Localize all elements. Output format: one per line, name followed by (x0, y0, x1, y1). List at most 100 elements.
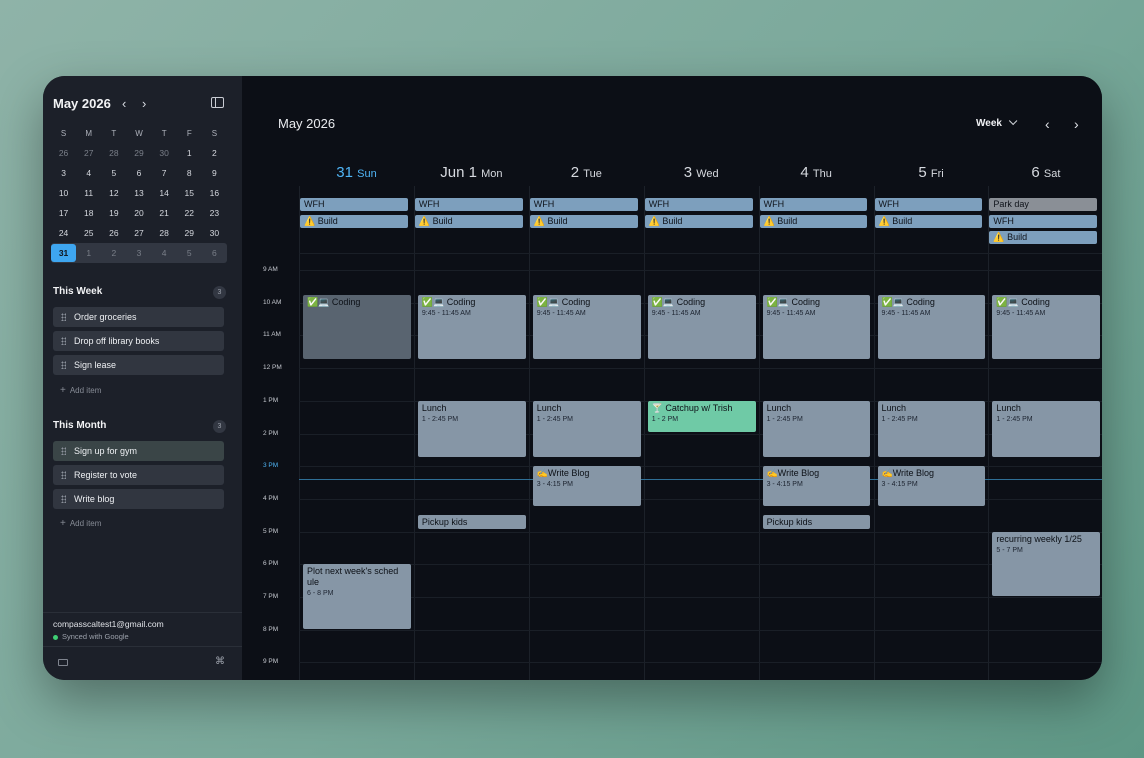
calendar-event[interactable]: ✅💻 Coding 9:45 - 11:45 AM (647, 294, 756, 359)
mini-calendar-day[interactable]: 9 (202, 168, 227, 178)
mini-calendar-day[interactable]: 28 (152, 228, 177, 238)
task-item[interactable]: Order groceries (53, 307, 224, 327)
drag-handle-icon[interactable] (61, 495, 66, 503)
mini-calendar-day[interactable]: 31 (51, 244, 77, 262)
view-selector[interactable]: Week (976, 116, 1018, 129)
mini-calendar-day[interactable]: 15 (177, 188, 202, 198)
calendar-event[interactable]: ✅💻 Coding 9:45 - 11:45 AM (992, 294, 1101, 359)
calendar-event[interactable]: Lunch 1 - 2:45 PM (532, 400, 641, 458)
day-header[interactable]: Jun 1 Mon (414, 164, 529, 182)
day-header[interactable]: 3 Wed (644, 164, 759, 182)
day-header[interactable]: 31 Sun (299, 164, 414, 182)
drag-handle-icon[interactable] (61, 337, 66, 345)
allday-event[interactable]: WFH (989, 214, 1098, 228)
mini-calendar-week-row[interactable]: 3456789 (51, 163, 227, 183)
mini-calendar-day[interactable]: 11 (76, 188, 101, 198)
mini-calendar-week-row[interactable]: 26 27 28 29 30 1 2 (51, 143, 227, 163)
mini-calendar-day[interactable]: 2 (202, 148, 227, 158)
mini-calendar-day[interactable]: 10 (51, 188, 76, 198)
drag-handle-icon[interactable] (61, 471, 66, 479)
allday-event[interactable]: ⚠️ Build (644, 214, 753, 228)
day-header[interactable]: 4 Thu (759, 164, 874, 182)
mini-calendar-day[interactable]: 25 (76, 228, 101, 238)
calendar-event[interactable]: ✅💻 Coding 9:45 - 11:45 AM (417, 294, 526, 359)
mini-calendar-day[interactable]: 17 (51, 208, 76, 218)
next-week-button[interactable]: › (1074, 116, 1079, 132)
calendar-event[interactable]: Lunch 1 - 2:45 PM (762, 400, 871, 458)
mini-calendar-day[interactable]: 28 (101, 148, 126, 158)
prev-week-button[interactable]: ‹ (1045, 116, 1050, 132)
calendar-event[interactable]: Pickup kids (762, 515, 871, 529)
mini-calendar-day[interactable]: 12 (101, 188, 126, 198)
mini-calendar-next-button[interactable]: › (142, 96, 146, 111)
mini-calendar-day[interactable]: 30 (152, 148, 177, 158)
mini-calendar-day[interactable]: 6 (126, 168, 151, 178)
allday-event[interactable]: WFH (644, 198, 753, 211)
calendar-event[interactable]: Lunch 1 - 2:45 PM (877, 400, 986, 458)
allday-event[interactable]: WFH (759, 198, 868, 211)
task-item[interactable]: Sign lease (53, 355, 224, 375)
mini-calendar-day[interactable]: 29 (126, 148, 151, 158)
mini-calendar-day[interactable]: 18 (76, 208, 101, 218)
mini-calendar-day[interactable]: 21 (152, 208, 177, 218)
allday-event[interactable]: ⚠️ Build (300, 214, 408, 228)
allday-event[interactable]: ⚠️ Build (989, 231, 1098, 244)
allday-event[interactable]: ⚠️ Build (874, 214, 983, 228)
mini-calendar-prev-button[interactable]: ‹ (122, 96, 126, 111)
mini-calendar-day[interactable]: 2 (101, 248, 126, 258)
task-item[interactable]: Register to vote (53, 465, 224, 485)
allday-event[interactable]: ⚠️ Build (414, 214, 523, 228)
sidebar-toggle-icon[interactable] (211, 97, 224, 108)
this-month-add-item-button[interactable]: + Add item (60, 518, 101, 529)
allday-event[interactable]: ⚠️ Build (759, 214, 868, 228)
calendar-event[interactable]: ✅💻 Coding (303, 294, 411, 359)
mini-calendar-day[interactable]: 30 (202, 228, 227, 238)
task-item[interactable]: Drop off library books (53, 331, 224, 351)
mini-calendar-day[interactable]: 16 (202, 188, 227, 198)
mini-calendar-day[interactable]: 20 (126, 208, 151, 218)
calendar-event[interactable]: ✍️Write Blog 3 - 4:15 PM (877, 466, 986, 507)
calendar-event[interactable]: ✅💻 Coding 9:45 - 11:45 AM (762, 294, 871, 359)
mini-calendar-day[interactable]: 14 (152, 188, 177, 198)
calendar-event[interactable]: Lunch 1 - 2:45 PM (417, 400, 526, 458)
task-item[interactable]: Write blog (53, 489, 224, 509)
calendar-event[interactable]: recurring weekly 1/25 5 - 7 PM (992, 531, 1101, 596)
mini-calendar-week-row[interactable]: 31 1 2 3 4 5 6 (51, 243, 227, 263)
calendar-event[interactable]: ✅💻 Coding 9:45 - 11:45 AM (877, 294, 986, 359)
mini-calendar-day[interactable]: 26 (51, 148, 76, 158)
mini-calendar-day[interactable]: 4 (152, 248, 177, 258)
allday-event[interactable]: ⚠️ Build (529, 214, 638, 228)
allday-event[interactable]: WFH (300, 198, 408, 211)
mini-calendar-day[interactable]: 24 (51, 228, 76, 238)
drag-handle-icon[interactable] (61, 447, 66, 455)
mini-calendar-day[interactable]: 29 (177, 228, 202, 238)
allday-event[interactable]: Park day (989, 198, 1098, 211)
calendar-event[interactable]: ✍️Write Blog 3 - 4:15 PM (532, 466, 641, 507)
calendar-event[interactable]: ✍️Write Blog 3 - 4:15 PM (762, 466, 871, 507)
allday-event[interactable]: WFH (874, 198, 983, 211)
mini-calendar-day[interactable]: 22 (177, 208, 202, 218)
mini-calendar-day[interactable]: 27 (126, 228, 151, 238)
mini-calendar-day[interactable]: 6 (202, 248, 227, 258)
mini-calendar-day[interactable]: 19 (101, 208, 126, 218)
mini-calendar-week-row[interactable]: 17 18 19 20 21 22 23 (51, 203, 227, 223)
mini-calendar-day[interactable]: 5 (101, 168, 126, 178)
calendar-event[interactable]: 🍸 Catchup w/ Trish 1 - 2 PM (647, 400, 756, 433)
mini-calendar-day[interactable]: 26 (101, 228, 126, 238)
mini-calendar-week-row[interactable]: 10 11 12 13 14 15 16 (51, 183, 227, 203)
day-header[interactable]: 2 Tue (529, 164, 644, 182)
mini-calendar-day[interactable]: 1 (177, 148, 202, 158)
mini-calendar-day[interactable]: 4 (76, 168, 101, 178)
mini-calendar-day[interactable]: 1 (76, 248, 101, 258)
drag-handle-icon[interactable] (61, 313, 66, 321)
mini-calendar-day[interactable]: 23 (202, 208, 227, 218)
task-item[interactable]: Sign up for gym (53, 441, 224, 461)
calendar-event[interactable]: ✅💻 Coding 9:45 - 11:45 AM (532, 294, 641, 359)
mini-calendar-day[interactable]: 13 (126, 188, 151, 198)
day-header[interactable]: 6 Sat (988, 164, 1102, 182)
keyboard-icon[interactable] (58, 659, 68, 666)
calendar-event[interactable]: Plot next week's sched ule 6 - 8 PM (303, 564, 411, 629)
mini-calendar-day[interactable]: 7 (152, 168, 177, 178)
day-header[interactable]: 5 Fri (874, 164, 989, 182)
allday-event[interactable]: WFH (414, 198, 523, 211)
